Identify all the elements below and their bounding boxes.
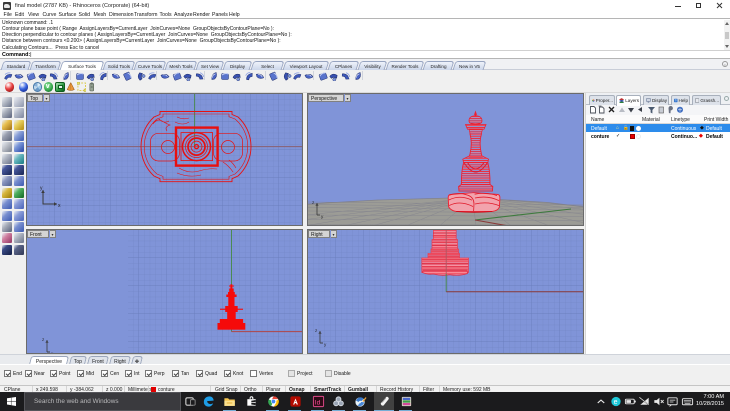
svg-text:x: x [58,203,61,209]
svg-text:e: e [614,399,618,406]
svg-text:Id: Id [314,399,320,406]
